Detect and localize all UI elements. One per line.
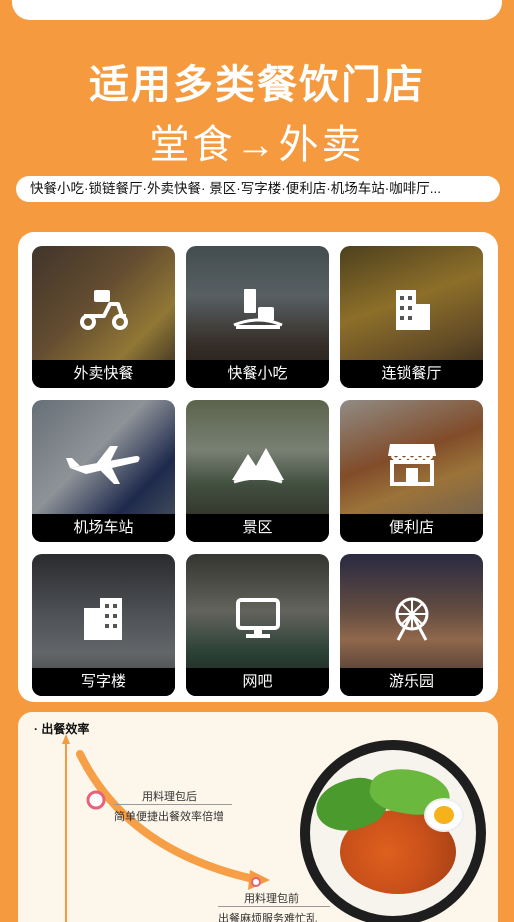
tile-snack[interactable]: 快餐小吃 <box>186 246 329 388</box>
y-axis-arrow <box>62 734 70 744</box>
computer-monitor-icon <box>186 592 329 644</box>
scene-grid: 外卖快餐 快餐小吃 连锁餐厅 机场车站 景区 便利店 写字楼 网吧 游乐园 <box>18 232 498 702</box>
tile-label: 便利店 <box>340 514 483 542</box>
tile-chain-restaurant[interactable]: 连锁餐厅 <box>340 246 483 388</box>
tile-amusement-park[interactable]: 游乐园 <box>340 554 483 696</box>
headline: 适用多类餐饮门店 <box>89 63 425 107</box>
tile-label: 快餐小吃 <box>186 360 329 388</box>
tile-airport-station[interactable]: 机场车站 <box>32 400 175 542</box>
fast-food-icon <box>186 284 329 336</box>
tile-label: 外卖快餐 <box>32 360 175 388</box>
storefront-icon <box>340 438 483 490</box>
after-marker <box>86 790 106 810</box>
delivery-scooter-icon <box>32 284 175 336</box>
buildings-icon <box>340 284 483 336</box>
after-desc: 简单便捷出餐效率倍增 <box>114 811 224 823</box>
tile-scenic[interactable]: 景区 <box>186 400 329 542</box>
before-marker <box>251 877 261 887</box>
top-card <box>12 0 502 20</box>
before-desc: 出餐麻烦服务难忙乱 <box>218 913 317 922</box>
mountain-icon <box>186 438 329 490</box>
tile-internet-cafe[interactable]: 网吧 <box>186 554 329 696</box>
tile-label: 机场车站 <box>32 514 175 542</box>
category-list: 快餐小吃·锁链餐厅·外卖快餐· 景区·写字楼·便利店·机场车站·咖啡厅... <box>16 176 500 202</box>
ferris-wheel-icon <box>340 592 483 644</box>
tile-office-building[interactable]: 写字楼 <box>32 554 175 696</box>
office-building-icon <box>32 592 175 644</box>
tile-label: 景区 <box>186 514 329 542</box>
tile-label: 连锁餐厅 <box>340 360 483 388</box>
tile-label: 游乐园 <box>340 668 483 696</box>
before-rule <box>218 906 330 907</box>
airplane-icon <box>32 438 175 490</box>
subline: 堂食→外卖 <box>149 123 365 167</box>
tile-convenience-store[interactable]: 便利店 <box>340 400 483 542</box>
tile-label: 写字楼 <box>32 668 175 696</box>
tile-delivery[interactable]: 外卖快餐 <box>32 246 175 388</box>
after-rule <box>114 804 232 805</box>
tile-label: 网吧 <box>186 668 329 696</box>
efficiency-panel: · 出餐效率 用料理包后 简单便捷出餐效率倍增 用料理包前 出餐麻烦服务难忙乱 <box>18 712 498 922</box>
food-bowl-image <box>300 740 486 922</box>
before-label: 用料理包前 <box>244 893 299 905</box>
after-label: 用料理包后 <box>142 791 197 803</box>
